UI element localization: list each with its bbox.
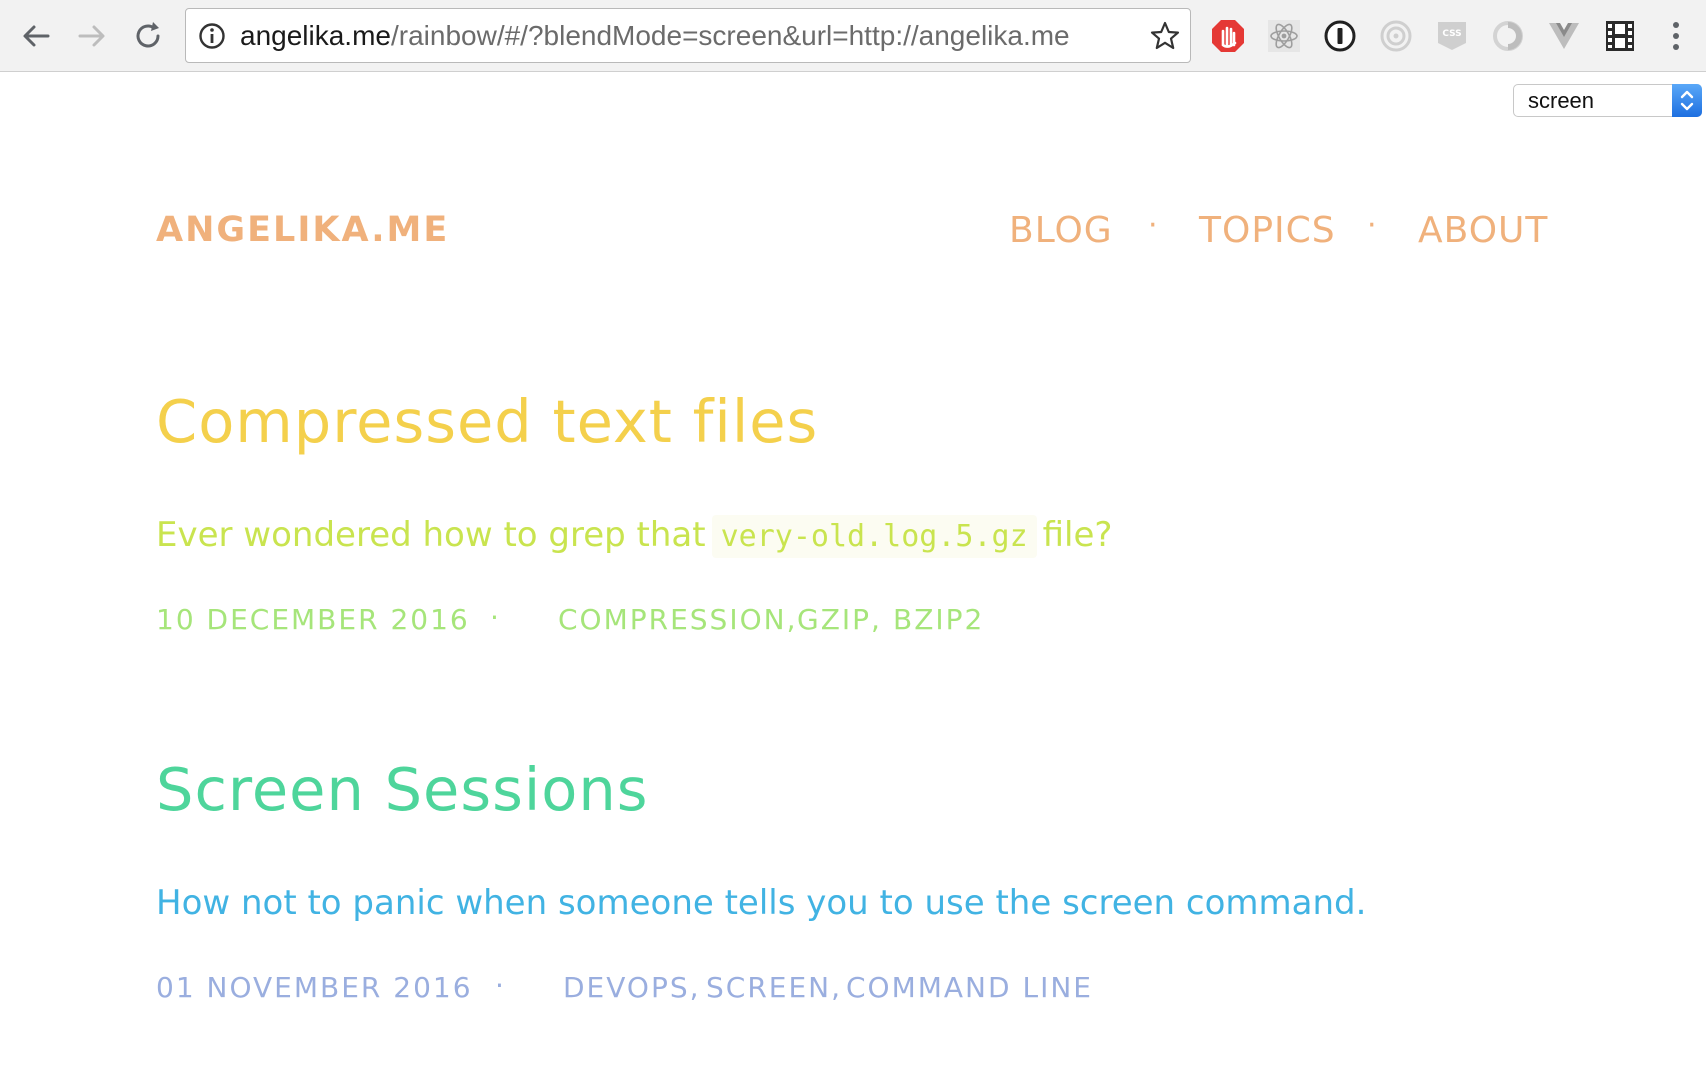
swirl-icon[interactable] bbox=[1489, 17, 1527, 55]
back-arrow-icon bbox=[23, 25, 50, 47]
browser-toolbar: angelika.me/rainbow/#/?blendMode=screen&… bbox=[0, 0, 1706, 72]
reload-button[interactable] bbox=[128, 16, 168, 56]
menu-dots-icon[interactable] bbox=[1657, 17, 1695, 55]
onepassword-icon[interactable] bbox=[1321, 17, 1359, 55]
post-subtitle: Ever wondered how to grep that very-old.l… bbox=[156, 515, 1113, 558]
post-date: 01 NOVEMBER 2016 bbox=[156, 971, 473, 1004]
chevron-updown-icon bbox=[1680, 90, 1694, 111]
post-date: 10 DECEMBER 2016 bbox=[156, 603, 470, 636]
nav-separator: · bbox=[1367, 208, 1377, 243]
reload-icon bbox=[136, 22, 160, 48]
post-subtitle: How not to panic when someone tells you … bbox=[156, 883, 1367, 923]
blend-mode-select[interactable]: screen bbox=[1513, 84, 1702, 117]
meta-separator: · bbox=[495, 969, 506, 1002]
vue-devtools-icon[interactable] bbox=[1545, 17, 1583, 55]
info-icon[interactable] bbox=[198, 22, 226, 50]
site-logo[interactable]: ANGELIKA.ME bbox=[156, 210, 449, 250]
react-devtools-icon[interactable] bbox=[1265, 17, 1303, 55]
post-title[interactable]: Compressed text files bbox=[156, 387, 818, 456]
select-arrows bbox=[1672, 84, 1702, 117]
tag-link[interactable]: BZIP2 bbox=[893, 603, 984, 636]
meta-separator: · bbox=[490, 601, 501, 634]
nav-topics[interactable]: TOPICS bbox=[1199, 210, 1336, 251]
inline-code: very-old.log.5.gz bbox=[711, 515, 1037, 558]
bookmark-star-icon[interactable] bbox=[1150, 21, 1180, 51]
address-bar[interactable]: angelika.me/rainbow/#/?blendMode=screen&… bbox=[185, 8, 1191, 63]
tag-link[interactable]: SCREEN, bbox=[706, 971, 842, 1004]
tag-link[interactable]: GZIP, bbox=[797, 603, 882, 636]
url-text[interactable]: angelika.me/rainbow/#/?blendMode=screen&… bbox=[240, 9, 1070, 62]
forward-button[interactable] bbox=[72, 16, 112, 56]
film-icon[interactable] bbox=[1601, 17, 1639, 55]
url-host: angelika.me bbox=[240, 20, 391, 51]
back-button[interactable] bbox=[16, 16, 56, 56]
svg-text:CSS: CSS bbox=[1442, 29, 1461, 39]
adblock-icon[interactable] bbox=[1209, 17, 1247, 55]
blend-mode-value: screen bbox=[1528, 88, 1595, 113]
tag-link[interactable]: COMPRESSION, bbox=[558, 603, 797, 636]
css-icon[interactable]: CSS bbox=[1433, 17, 1471, 55]
forward-arrow-icon bbox=[78, 25, 105, 47]
nav-blog[interactable]: BLOG bbox=[1009, 210, 1113, 251]
nav-separator: · bbox=[1148, 208, 1158, 243]
url-path: /rainbow/#/?blendMode=screen&url=http://… bbox=[390, 20, 1070, 51]
tag-link[interactable]: DEVOPS, bbox=[563, 971, 701, 1004]
subtitle-text: file? bbox=[1042, 515, 1113, 555]
post-title[interactable]: Screen Sessions bbox=[156, 755, 648, 824]
subtitle-text: Ever wondered how to grep that bbox=[156, 515, 706, 555]
tag-link[interactable]: COMMAND LINE bbox=[846, 971, 1093, 1004]
target-icon[interactable] bbox=[1377, 17, 1415, 55]
nav-about[interactable]: ABOUT bbox=[1418, 210, 1548, 251]
